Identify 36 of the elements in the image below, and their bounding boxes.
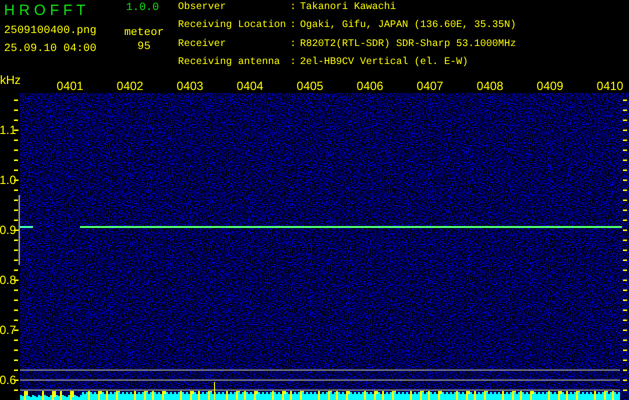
file-name: 2509100400.png <box>4 25 98 37</box>
separator: : <box>290 56 296 70</box>
info-value: Takanori Kawachi <box>300 2 398 15</box>
frequency-label: 0.6 <box>0 373 16 387</box>
time-label: 0406 <box>356 79 384 93</box>
info-value: R820T2(RTL-SDR) SDR-Sharp 53.1000MHz <box>300 38 516 52</box>
separator: : <box>290 38 296 52</box>
axis-marker <box>18 195 20 265</box>
frequency-label: 1.1 <box>0 123 16 137</box>
time-label: 0403 <box>176 79 204 93</box>
frequency-label: 1.0 <box>0 173 16 187</box>
separator: : <box>290 20 296 34</box>
frequency-label: 0.8 <box>0 273 16 287</box>
count-label: meteor <box>124 27 164 39</box>
info-label: Receiving antenna <box>178 56 282 70</box>
time-label: 0402 <box>116 79 144 93</box>
info-value: 2el-HB9CV Vertical (el. E-W) <box>300 56 470 70</box>
timestamp: 25.09.10 04:00 <box>4 43 98 55</box>
frequency-label: 0.7 <box>0 323 16 337</box>
time-label: 0409 <box>536 79 564 93</box>
axis-unit: kHz <box>0 75 21 87</box>
time-label: 0401 <box>56 79 84 93</box>
info-label: Receiving Location <box>178 20 286 34</box>
info-label: Receiver <box>178 38 228 52</box>
time-label: 0404 <box>236 79 264 93</box>
info-value: Ogaki, Gifu, JAPAN (136.60E, 35.35N) <box>300 20 516 34</box>
version-label: 1.0.0 <box>126 1 160 14</box>
info-label: Observer <box>178 2 228 15</box>
frequency-label: 0.9 <box>0 223 16 237</box>
time-label: 0407 <box>416 79 444 93</box>
meteor-count: 95 <box>137 41 151 53</box>
time-label: 0405 <box>296 79 324 93</box>
time-label: 0410 <box>596 79 624 93</box>
separator: : <box>290 2 296 15</box>
time-label: 0408 <box>476 79 504 93</box>
app-title: H R O F F T <box>4 2 86 19</box>
